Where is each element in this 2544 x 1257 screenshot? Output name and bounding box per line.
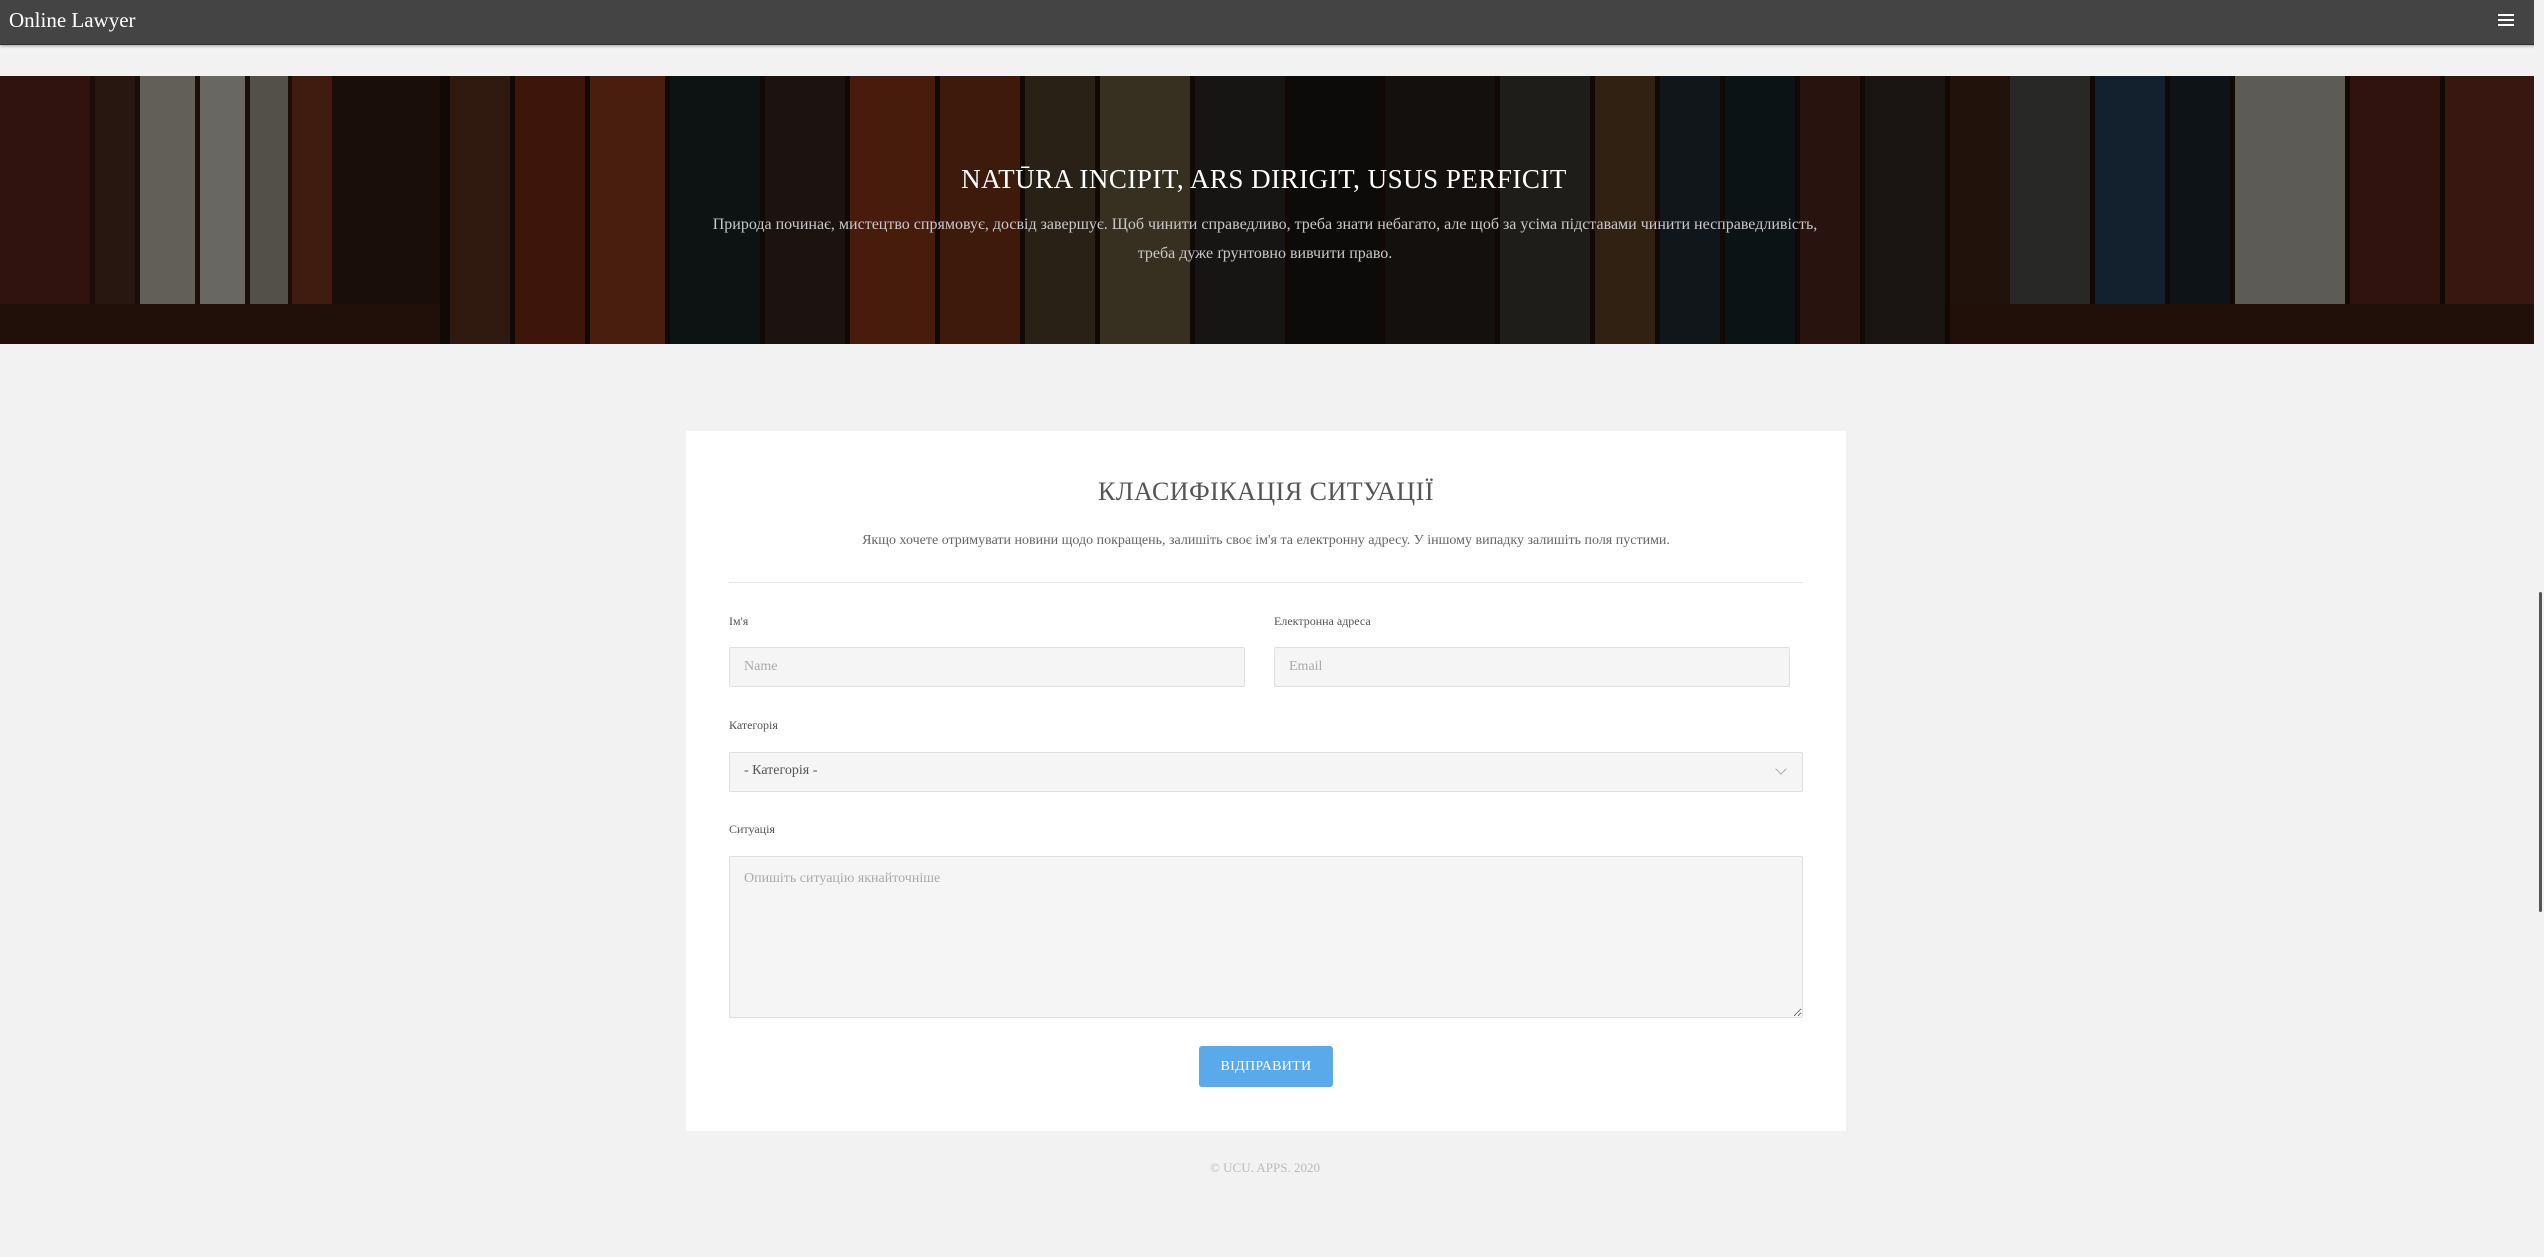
situation-textarea[interactable]	[729, 856, 1803, 1018]
classification-form-card: КЛАСИФІКАЦІЯ СИТУАЦІЇ Якщо хочете отриму…	[686, 431, 1846, 1131]
brand-title[interactable]: Online Lawyer	[9, 8, 136, 33]
form-description: Якщо хочете отримувати новини щодо покра…	[862, 533, 1670, 548]
category-select[interactable]: - Категорія -	[729, 752, 1803, 792]
hero-banner: NATŪRA INCIPIT, ARS DIRIGIT, USUS PERFIC…	[0, 76, 2540, 344]
name-label: Ім'я	[729, 614, 749, 628]
hamburger-menu-icon[interactable]	[2498, 13, 2514, 29]
footer-copyright: © UCU. APPS. 2020	[1210, 1160, 1320, 1175]
scrollbar-thumb[interactable]	[2539, 592, 2542, 912]
banner-subtitle: Природа починає, мистецтво спрямовує, до…	[712, 216, 1818, 262]
top-navbar: Online Lawyer	[0, 0, 2544, 45]
form-divider	[729, 582, 1803, 583]
email-input[interactable]	[1274, 647, 1790, 687]
banner-title: NATŪRA INCIPIT, ARS DIRIGIT, USUS PERFIC…	[961, 164, 1567, 194]
page-scrollbar[interactable]	[2534, 0, 2544, 1257]
situation-label: Ситуація	[729, 822, 775, 836]
category-selected-value: - Категорія -	[744, 763, 818, 778]
name-input[interactable]	[729, 647, 1245, 687]
category-label: Категорія	[729, 718, 778, 732]
chevron-down-icon	[1775, 763, 1787, 775]
email-label: Електронна адреса	[1274, 614, 1371, 628]
submit-button[interactable]: ВІДПРАВИТИ	[1199, 1046, 1333, 1087]
form-title: КЛАСИФІКАЦІЯ СИТУАЦІЇ	[1098, 477, 1434, 506]
